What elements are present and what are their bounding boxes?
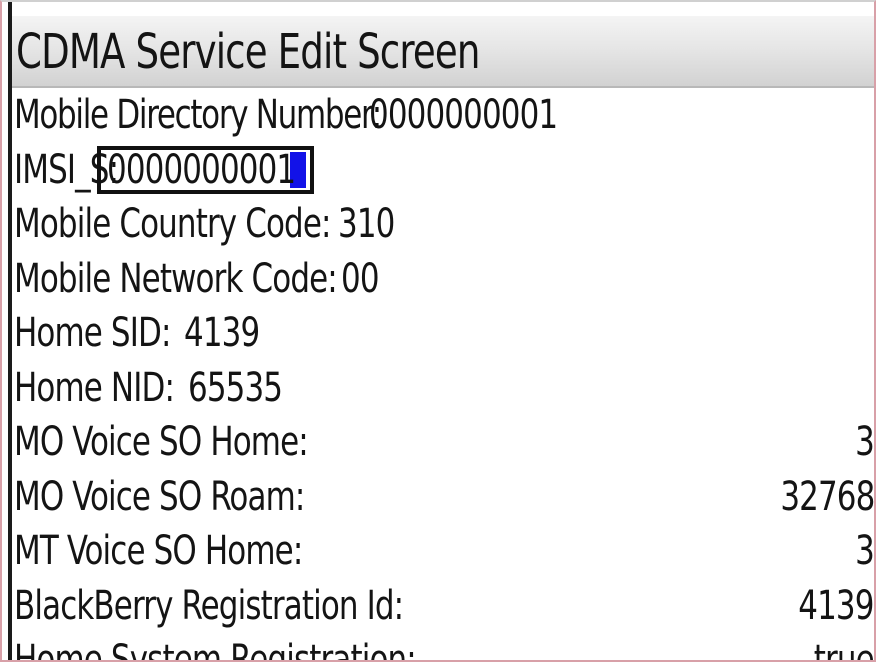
screen-title: CDMA Service Edit Screen — [16, 24, 480, 80]
imsi-input[interactable]: 0000000001 — [97, 145, 314, 194]
mo-voice-roam-label: MO Voice SO Roam: — [14, 473, 305, 520]
field-row-mo-voice-roam[interactable]: MO Voice SO Roam: 32768 — [14, 470, 874, 525]
field-row-mcc[interactable]: Mobile Country Code: 310 — [14, 197, 874, 252]
bb-reg-id-value: 4139 — [798, 582, 874, 629]
home-nid-label: Home NID: — [14, 364, 175, 411]
mdn-label: Mobile Directory Number: — [14, 92, 382, 139]
mnc-value: 00 — [341, 255, 380, 302]
field-row-mt-voice-home[interactable]: MT Voice SO Home: 3 — [14, 524, 874, 579]
imsi-value: 0000000001 — [107, 146, 296, 193]
home-sys-reg-value: true — [813, 637, 874, 662]
field-row-mdn[interactable]: Mobile Directory Number: 0000000001 — [14, 88, 874, 143]
home-nid-value: 65535 — [188, 364, 283, 411]
field-row-imsi[interactable]: IMSI_S: 0000000001 — [14, 143, 874, 198]
field-row-home-sys-reg[interactable]: Home System Registration: true — [14, 633, 874, 662]
home-sid-value: 4139 — [184, 310, 260, 357]
field-row-bb-reg-id[interactable]: BlackBerry Registration Id: 4139 — [14, 579, 874, 634]
mcc-label: Mobile Country Code: — [14, 201, 331, 248]
mdn-value: 0000000001 — [368, 92, 558, 139]
mo-voice-home-value: 3 — [855, 419, 874, 466]
field-row-mnc[interactable]: Mobile Network Code: 00 — [14, 252, 874, 307]
device-screen: CDMA Service Edit Screen Mobile Director… — [0, 0, 876, 662]
mo-voice-roam-value: 32768 — [779, 473, 874, 520]
field-row-home-sid[interactable]: Home SID: 4139 — [14, 306, 874, 361]
mcc-value: 310 — [338, 201, 395, 248]
mo-voice-home-label: MO Voice SO Home: — [14, 419, 309, 466]
field-row-home-nid[interactable]: Home NID: 65535 — [14, 361, 874, 416]
mt-voice-home-value: 3 — [855, 528, 874, 575]
mt-voice-home-label: MT Voice SO Home: — [14, 528, 303, 575]
field-list: Mobile Directory Number: 0000000001 IMSI… — [14, 88, 874, 662]
left-edge-bar — [8, 2, 12, 660]
title-bar: CDMA Service Edit Screen — [12, 16, 874, 88]
home-sid-label: Home SID: — [14, 310, 171, 357]
mnc-label: Mobile Network Code: — [14, 255, 338, 302]
field-row-mo-voice-home[interactable]: MO Voice SO Home: 3 — [14, 415, 874, 470]
home-sys-reg-label: Home System Registration: — [14, 637, 417, 662]
bb-reg-id-label: BlackBerry Registration Id: — [14, 582, 404, 629]
